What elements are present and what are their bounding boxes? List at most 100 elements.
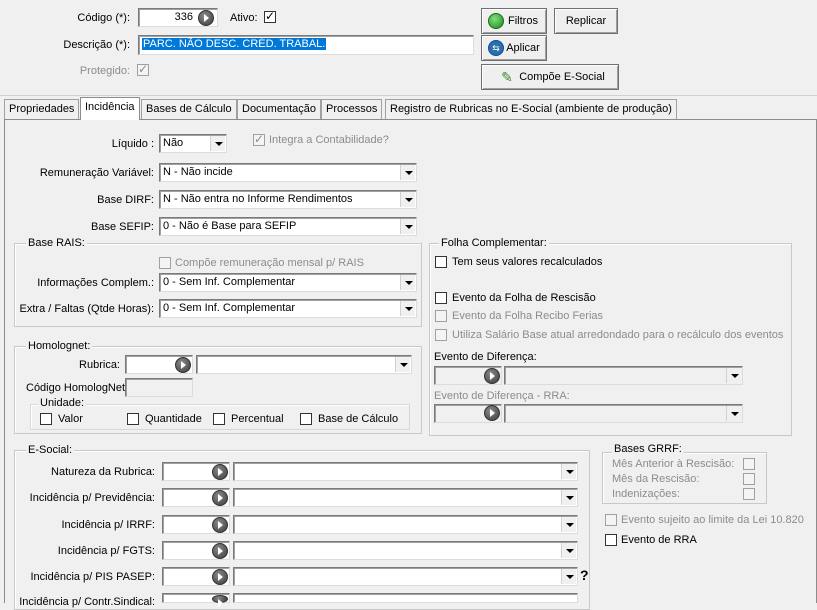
- ativo-label: Ativo:: [230, 12, 258, 24]
- chevron-down-icon: [726, 406, 741, 421]
- chevron-down-icon: [400, 301, 415, 316]
- irrf-select[interactable]: [233, 515, 578, 534]
- liquido-select[interactable]: Não: [159, 134, 227, 153]
- natureza-label: Natureza da Rubrica:: [51, 466, 155, 478]
- chevron-down-icon: [561, 464, 576, 479]
- info-complem-select[interactable]: 0 - Sem Inf. Complementar: [159, 273, 417, 292]
- lookup-icon[interactable]: [212, 490, 228, 506]
- chevron-down-icon: [400, 219, 415, 234]
- esocial-title: E-Social:: [26, 444, 75, 457]
- help-icon[interactable]: ?: [580, 568, 589, 582]
- mes-anterior-label: Mês Anterior à Rescisão:: [612, 458, 735, 470]
- sindical-select[interactable]: [233, 593, 578, 603]
- lei-label: Evento sujeito ao limite da Lei 10.820: [621, 514, 804, 526]
- filter-icon: [488, 13, 504, 29]
- liquido-label: Líquido :: [111, 138, 154, 150]
- dirf-select[interactable]: N - Não entra no Informe Rendimentos: [159, 190, 417, 209]
- lookup-icon[interactable]: [212, 517, 228, 533]
- rem-var-label: Remuneração Variável:: [39, 167, 154, 179]
- info-complem-label: Informações Complem.:: [37, 277, 154, 289]
- check-icon: ✓: [265, 9, 276, 23]
- compoe-esocial-button[interactable]: ✎ Compõe E-Social: [481, 64, 619, 90]
- sindical-label: Incidência p/ Contr.Sindical:: [19, 596, 155, 608]
- lookup-icon[interactable]: [212, 464, 228, 480]
- tab-propriedades[interactable]: Propriedades: [4, 99, 80, 119]
- indenizacoes-checkbox: [743, 488, 755, 500]
- mes-anterior-checkbox: [743, 458, 755, 470]
- aplicar-button[interactable]: ⇆ Aplicar: [481, 35, 547, 61]
- chevron-down-icon: [561, 543, 576, 558]
- apply-icon: ⇆: [488, 40, 504, 56]
- diferenca-rra-label: Evento de Diferença - RRA:: [434, 390, 570, 402]
- lookup-icon[interactable]: [175, 357, 191, 373]
- salario-checkbox: [435, 329, 447, 341]
- valor-label: Valor: [58, 413, 83, 425]
- lookup-icon[interactable]: [212, 569, 228, 585]
- rem-var-select[interactable]: N - Não incide: [159, 163, 417, 182]
- filtros-button[interactable]: Filtros: [481, 8, 547, 34]
- lookup-icon: [484, 405, 500, 421]
- protegido-checkbox: ✓: [137, 62, 149, 76]
- descricao-label: Descrição (*):: [63, 39, 130, 51]
- lookup-icon[interactable]: [198, 10, 214, 26]
- lookup-icon: [484, 368, 500, 384]
- sefip-label: Base SEFIP:: [91, 221, 154, 233]
- base-calculo-label: Base de Cálculo: [318, 413, 399, 425]
- rescisao-label: Evento da Folha de Rescisão: [452, 292, 596, 304]
- check-icon: ✓: [138, 62, 149, 76]
- rra-label: Evento de RRA: [621, 534, 697, 546]
- mes-rescisao-checkbox: [743, 473, 755, 485]
- extra-faltas-select[interactable]: 0 - Sem Inf. Complementar: [159, 299, 417, 318]
- irrf-label: Incidência p/ IRRF:: [61, 519, 155, 531]
- chevron-down-icon: [561, 490, 576, 505]
- ativo-checkbox[interactable]: ✓: [264, 9, 276, 23]
- replicar-button[interactable]: Replicar: [554, 8, 618, 34]
- sefip-select[interactable]: 0 - Não é Base para SEFIP: [159, 217, 417, 236]
- tab-registro-rubricas[interactable]: Registro de Rubricas no E-Social (ambien…: [385, 99, 677, 119]
- rubrica-label: Rubrica:: [79, 359, 120, 371]
- natureza-select[interactable]: [233, 462, 578, 481]
- chevron-down-icon: [400, 275, 415, 290]
- pis-select[interactable]: [233, 567, 578, 586]
- descricao-input[interactable]: PARC. NÃO DESC. CRÉD. TRABAL.: [138, 35, 474, 55]
- codigo-homolognet-label: Código HomologNet: [26, 382, 126, 394]
- previdencia-label: Incidência p/ Previdência:: [29, 492, 155, 504]
- tab-bases-calculo[interactable]: Bases de Cálculo: [141, 99, 237, 119]
- previdencia-select[interactable]: [233, 488, 578, 507]
- extra-faltas-label: Extra / Faltas (Qtde Horas):: [19, 303, 154, 315]
- tab-documentacao[interactable]: Documentação: [237, 99, 321, 119]
- quantidade-checkbox[interactable]: [127, 413, 139, 425]
- tab-processos[interactable]: Processos: [321, 99, 383, 119]
- rais-title: Base RAIS:: [26, 237, 87, 250]
- integra-checkbox: ✓: [253, 132, 265, 146]
- diferenca-label: Evento de Diferença:: [434, 351, 537, 363]
- fgts-select[interactable]: [233, 541, 578, 560]
- salario-label: Utiliza Salário Base atual arredondado p…: [452, 329, 784, 341]
- tab-incidencia[interactable]: Incidência: [80, 97, 140, 120]
- protegido-label: Protegido:: [79, 65, 130, 77]
- recalc-checkbox[interactable]: [435, 256, 447, 268]
- valor-checkbox[interactable]: [40, 413, 52, 425]
- indenizacoes-label: Indenizações:: [612, 488, 680, 500]
- fgts-label: Incidência p/ FGTS:: [57, 545, 155, 557]
- percentual-checkbox[interactable]: [213, 413, 225, 425]
- percentual-label: Percentual: [231, 413, 284, 425]
- integra-label: Integra a Contabilidade?: [269, 134, 389, 146]
- lookup-icon[interactable]: [212, 543, 228, 559]
- lookup-icon[interactable]: [212, 595, 228, 607]
- rescisao-checkbox[interactable]: [435, 292, 447, 304]
- base-calculo-checkbox[interactable]: [300, 413, 312, 425]
- rais-compoe-label: Compõe remuneração mensal p/ RAIS: [175, 257, 364, 269]
- dirf-label: Base DIRF:: [97, 194, 154, 206]
- recibo-checkbox: [435, 310, 447, 322]
- rra-checkbox[interactable]: [605, 534, 617, 546]
- pis-label: Incidência p/ PIS PASEP:: [30, 571, 155, 583]
- recibo-label: Evento da Folha Recibo Ferias: [452, 310, 604, 322]
- diferenca-rra-select: [504, 404, 743, 423]
- codigo-homolognet-input: [125, 378, 193, 397]
- chevron-down-icon: [400, 192, 415, 207]
- chevron-down-icon: [561, 569, 576, 584]
- check-icon: ✓: [254, 132, 265, 146]
- homolognet-title: Homolognet:: [26, 340, 93, 353]
- rubrica-select[interactable]: [196, 355, 412, 374]
